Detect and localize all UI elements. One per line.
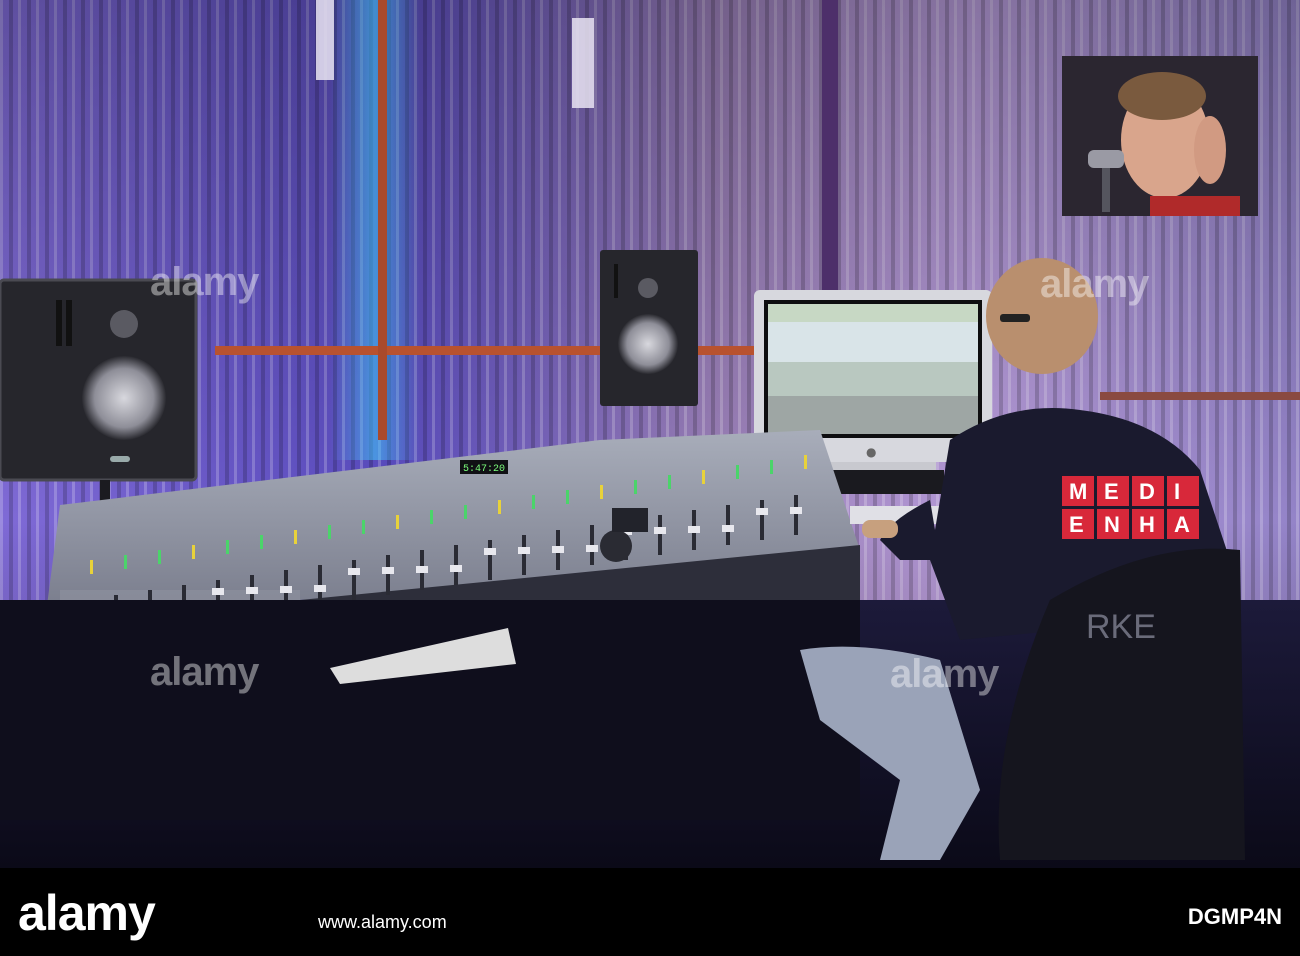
meter-led [804,455,807,469]
shirt-logo-letter: M [1069,479,1087,504]
fader-cap [654,527,666,534]
fader-slot [760,500,764,540]
shirt-logo-letter: A [1174,512,1190,537]
fader-cap [688,526,700,533]
studio-photo: ● 5:47:20 MEDIENHA RKE alamy alamy alamy… [0,0,1300,868]
fader-slot [386,555,390,595]
fader-cap [314,585,326,592]
studio-scene-svg: ● 5:47:20 M E D IE N H A RKE [0,0,1300,868]
footer-image-id: DGMP4N [1187,904,1282,929]
meter-led [600,485,603,499]
meter-led [430,510,433,524]
shirt-logo-letter: H [1139,512,1155,537]
apple-logo-icon: ● [866,445,876,459]
meter-led [464,505,467,519]
shirt-logo-letter: D [1139,479,1155,504]
keypad [612,508,648,532]
meter-led [634,480,637,494]
poster [1062,56,1258,216]
meter-led [260,535,263,549]
fader-cap [416,566,428,573]
shirt-logo-letter: E [1104,479,1119,504]
meter-led [226,540,229,554]
meter-led [294,530,297,544]
fader-slot [522,535,526,575]
fader-cap [552,546,564,553]
console-clock-text: 5:47:20 [463,464,505,475]
fader-cap [280,586,292,593]
meter-led [124,555,127,569]
fader-cap [722,525,734,532]
meter-led [736,465,739,479]
meter-led [158,550,161,564]
shirt-logo-letter: E [1069,512,1084,537]
wall-fixture [316,0,334,80]
fader-cap [586,545,598,552]
fader-cap [790,507,802,514]
shirt-logo-letter: N [1104,512,1120,537]
meter-led [532,495,535,509]
meter-led [770,460,773,474]
wall-fixture [572,18,594,108]
orange-frame-bar-right [1100,392,1300,400]
meter-led [498,500,501,514]
fader-slot [658,515,662,555]
shirt-logo-tile [1167,476,1199,506]
fader-slot [794,495,798,535]
fader-slot [352,560,356,600]
footer-url: www.alamy.com [318,912,447,932]
meter-led [566,490,569,504]
meter-led [668,475,671,489]
audio-interface [826,470,944,494]
fader-cap [348,568,360,575]
blue-light-beam [330,0,420,460]
fader-cap [212,588,224,595]
fader-cap [450,565,462,572]
console-desk [0,600,860,820]
fader-cap [246,587,258,594]
meter-led [192,545,195,559]
meter-led [328,525,331,539]
center-studio-monitor [600,250,698,406]
fader-cap [756,508,768,515]
meter-led [396,515,399,529]
jog-wheel [600,530,632,562]
footer-logo: alamy [18,885,156,941]
fader-cap [484,548,496,555]
orange-frame-post [378,0,387,440]
stock-footer: alamy www.alamy.com DGMP4N [0,868,1300,956]
shirt-logo-letter: I [1174,479,1180,504]
fader-cap [382,567,394,574]
meter-led [90,560,93,574]
wall-corner [822,0,838,330]
chair-logo-text: RKE [1086,608,1156,646]
fader-cap [518,547,530,554]
fader-slot [488,540,492,580]
meter-led [362,520,365,534]
meter-led [702,470,705,484]
orange-frame-bar [215,346,835,355]
